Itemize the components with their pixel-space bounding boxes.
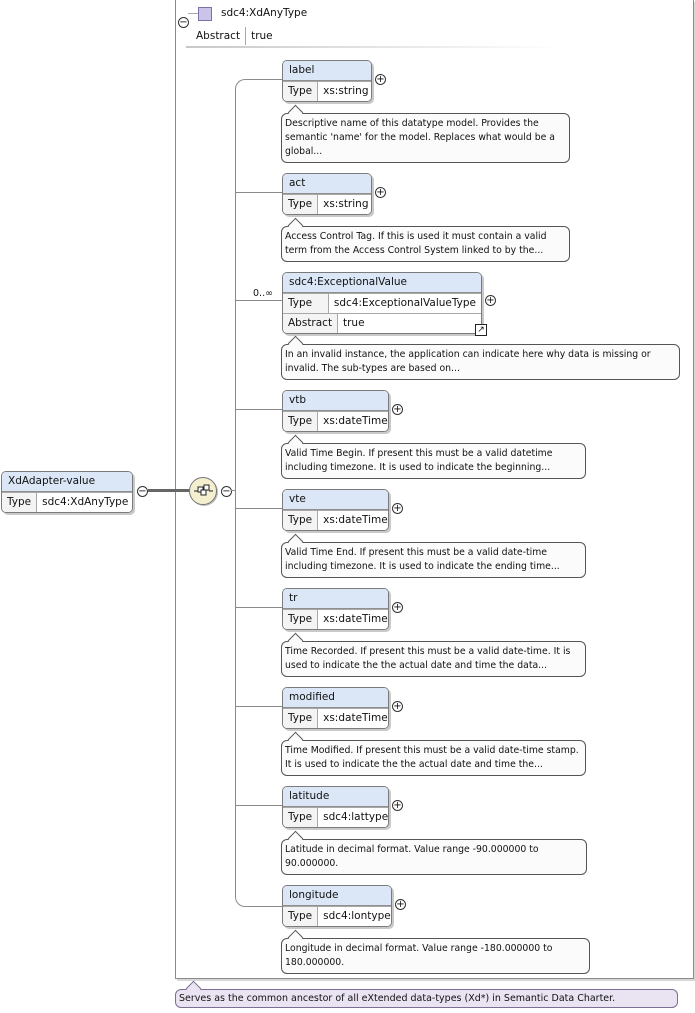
element-tr[interactable]: tr Type xs:dateTime: [282, 588, 389, 630]
note-text: Time Recorded. If present this must be a…: [285, 646, 571, 671]
note-latitude: Latitude in decimal format. Value range …: [281, 830, 587, 875]
sequence-compositor-icon[interactable]: [189, 477, 217, 505]
type-label: Type: [283, 195, 319, 214]
note-act: Access Control Tag. If this is used it m…: [281, 217, 570, 262]
type-value: xs:dateTime: [318, 709, 388, 728]
element-act[interactable]: act Type xs:string: [282, 173, 372, 215]
note-text: Descriptive name of this datatype model.…: [285, 118, 556, 157]
note-vtb: Valid Time Begin. If present this must b…: [281, 434, 586, 479]
expand-latitude-icon[interactable]: +: [392, 800, 403, 811]
collapse-root-icon[interactable]: −: [137, 486, 148, 497]
expand-act-icon[interactable]: +: [375, 187, 386, 198]
type-label: Type: [283, 610, 319, 629]
note-text: Valid Time Begin. If present this must b…: [285, 448, 553, 473]
note-text: Latitude in decimal format. Value range …: [285, 844, 539, 869]
type-label: Type: [283, 412, 319, 431]
sequence-to-branch-line: [231, 490, 236, 491]
root-to-sequence-line: [148, 489, 190, 492]
note-exceptional-value: In an invalid instance, the application …: [281, 335, 680, 380]
connector-latitude: [236, 805, 282, 806]
type-label: Type: [283, 82, 319, 101]
element-latitude[interactable]: latitude Type sdc4:lattype: [282, 786, 389, 828]
element-label[interactable]: label Type xs:string: [282, 60, 372, 102]
footer-note: Serves as the common ancestor of all eXt…: [175, 980, 678, 1008]
element-modified[interactable]: modified Type xs:dateTime: [282, 687, 389, 729]
root-type-label: Type: [2, 493, 38, 512]
complex-type-abstract: Abstract true: [191, 27, 278, 45]
note-text: Valid Time End. If present this must be …: [285, 547, 560, 572]
root-element-name: XdAdapter-value: [2, 472, 132, 492]
type-label: Type: [283, 907, 319, 926]
note-text: Time Modified. If present this must be a…: [285, 745, 579, 770]
footer-note-text: Serves as the common ancestor of all eXt…: [179, 993, 616, 1004]
connector-vte: [236, 508, 282, 509]
note-text: Longitude in decimal format. Value range…: [285, 943, 553, 968]
element-vtb[interactable]: vtb Type xs:dateTime: [282, 390, 389, 432]
type-label: Type: [283, 709, 319, 728]
note-label: Descriptive name of this datatype model.…: [281, 104, 570, 163]
complex-type-abstract-value: true: [251, 30, 273, 42]
element-name: vtb: [283, 391, 388, 411]
abstract-value: true: [338, 314, 481, 333]
complex-type-icon: [198, 7, 212, 21]
exceptional-multiplicity: 0..∞: [253, 288, 273, 299]
expand-label-icon[interactable]: +: [375, 74, 386, 85]
note-tr: Time Recorded. If present this must be a…: [281, 632, 586, 677]
connector-tr: [236, 607, 282, 608]
element-name: latitude: [283, 787, 388, 807]
type-label: Type: [283, 294, 329, 313]
connector-exceptional: [236, 300, 282, 301]
root-type-value: sdc4:XdAnyType: [37, 493, 132, 512]
element-name: longitude: [283, 886, 391, 906]
note-longitude: Longitude in decimal format. Value range…: [281, 929, 590, 974]
expand-tr-icon[interactable]: +: [392, 602, 403, 613]
element-exceptional-value[interactable]: sdc4:ExceptionalValue Type sdc4:Exception…: [282, 272, 482, 334]
root-element[interactable]: XdAdapter-value Type sdc4:XdAnyType: [1, 471, 133, 513]
type-value: sdc4:lattype: [318, 808, 388, 827]
sequence-branch-line: [235, 79, 282, 907]
element-name: modified: [283, 688, 388, 708]
note-modified: Time Modified. If present this must be a…: [281, 731, 586, 776]
complex-type-abstract-label: Abstract: [191, 27, 247, 45]
type-value: sdc4:ExceptionalValueType: [328, 294, 481, 313]
element-longitude[interactable]: longitude Type sdc4:lontype: [282, 885, 392, 927]
complex-type-name: sdc4:XdAnyType: [221, 7, 308, 19]
type-value: xs:string: [318, 195, 371, 214]
element-vte[interactable]: vte Type xs:dateTime: [282, 489, 389, 531]
shortcut-arrow-icon[interactable]: ↗: [475, 324, 487, 336]
note-vte: Valid Time End. If present this must be …: [281, 533, 586, 578]
collapse-sequence-icon[interactable]: −: [221, 486, 232, 497]
expand-longitude-icon[interactable]: +: [395, 899, 406, 910]
element-name: tr: [283, 589, 388, 609]
abstract-label: Abstract: [283, 314, 338, 333]
expand-exceptional-value-icon[interactable]: +: [485, 295, 496, 306]
element-name: act: [283, 174, 371, 194]
type-value: xs:dateTime: [318, 511, 388, 530]
note-text: Access Control Tag. If this is used it m…: [285, 231, 547, 256]
element-name: vte: [283, 490, 388, 510]
element-name: sdc4:ExceptionalValue: [283, 273, 481, 293]
expand-vte-icon[interactable]: +: [392, 503, 403, 514]
element-name: label: [283, 61, 371, 81]
type-value: sdc4:lontype: [318, 907, 391, 926]
expand-modified-icon[interactable]: +: [392, 701, 403, 712]
collapse-complex-type-icon[interactable]: −: [178, 17, 189, 28]
header-underline: [186, 46, 562, 48]
connector-act: [236, 192, 282, 193]
connector-vtb: [236, 409, 282, 410]
type-value: xs:dateTime: [318, 412, 388, 431]
type-label: Type: [283, 808, 319, 827]
type-value: xs:dateTime: [318, 610, 388, 629]
type-label: Type: [283, 511, 319, 530]
type-value: xs:string: [318, 82, 371, 101]
connector-modified: [236, 706, 282, 707]
expand-vtb-icon[interactable]: +: [392, 404, 403, 415]
note-text: In an invalid instance, the application …: [285, 349, 651, 374]
